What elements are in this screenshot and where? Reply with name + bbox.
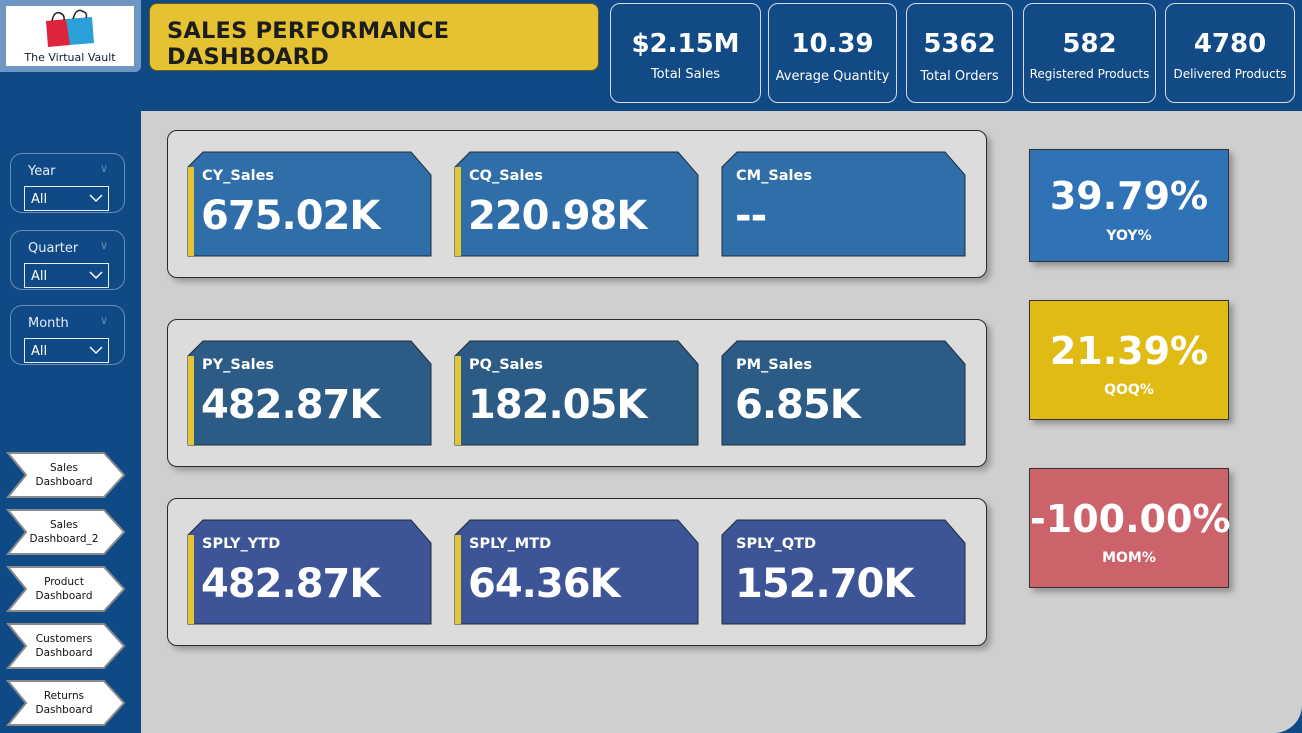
card-label: PM_Sales [736,357,812,373]
card-label: SPLY_YTD [202,536,281,552]
chevron-down-icon[interactable]: ∨ [100,314,108,327]
kpi-value: 10.39 [791,29,874,59]
card-value: 152.70K [735,561,914,607]
pq-sales-card: PQ_Sales 182.05K [454,340,699,446]
card-value: 182.05K [468,382,647,428]
card-label: CY_Sales [202,168,275,184]
kpi-value: 4780 [1193,29,1267,59]
dropdown-value: All [31,344,48,359]
slicer-title: Year [28,164,56,179]
slicer-title: Month [28,316,69,331]
nav-sales-dashboard-button[interactable]: Sales Dashboard [6,451,126,499]
nav-label-line1: Customers [35,633,93,645]
card-value: 482.87K [201,561,380,607]
nav-sales-dashboard-2-button[interactable]: Sales Dashboard_2 [6,508,126,556]
nav-customers-dashboard-button[interactable]: Customers Dashboard [6,622,126,670]
nav-returns-dashboard-button[interactable]: Returns Dashboard [6,679,126,727]
chevron-down-icon [89,271,103,280]
mom-value: -100.00% [1030,497,1231,541]
nav-label: Sales Dashboard_2 [14,518,114,546]
nav-label-line2: Dashboard [35,647,93,659]
nav-label-line2: Dashboard_2 [29,533,99,545]
sply-mtd-card: SPLY_MTD 64.36K [454,519,699,625]
qoq-value: 21.39% [1049,329,1209,373]
qoq-label: QOQ% [1104,382,1154,398]
kpi-total-sales: $2.15M Total Sales [610,3,761,103]
card-label: PQ_Sales [469,357,543,373]
cm-sales-card: CM_Sales -- [721,151,966,257]
title-banner: SALES PERFORMANCE DASHBOARD [149,3,599,71]
nav-label-line2: Dashboard [35,590,93,602]
year-slicer: Year ∨ All [10,153,125,213]
card-value: 6.85K [735,382,861,428]
py-sales-card: PY_Sales 482.87K [187,340,432,446]
yoy-label: YOY% [1106,228,1152,244]
kpi-registered-products: 582 Registered Products [1023,3,1156,103]
kpi-label: Total Orders [920,69,999,84]
nav-label: Product Dashboard [14,575,114,603]
card-value: 675.02K [201,193,380,239]
kpi-label: Delivered Products [1173,67,1287,81]
kpi-label: Registered Products [1029,67,1150,81]
card-label: CQ_Sales [469,168,543,184]
nav-label-line1: Sales [50,462,78,474]
kpi-value: 582 [1062,29,1117,59]
logo: The Virtual Vault [0,0,141,72]
kpi-total-orders: 5362 Total Orders [906,3,1013,103]
page-title: SALES PERFORMANCE DASHBOARD [167,18,450,70]
nav-label-line2: Dashboard [35,704,93,716]
chevron-down-icon[interactable]: ∨ [100,162,108,175]
kpi-delivered-products: 4780 Delivered Products [1165,3,1295,103]
logo-inner: The Virtual Vault [6,6,134,66]
mom-label: MOM% [1102,550,1156,566]
sply-ytd-card: SPLY_YTD 482.87K [187,519,432,625]
nav-label-line1: Sales [50,519,78,531]
card-label: PY_Sales [202,357,275,373]
card-value: 482.87K [201,382,380,428]
nav-label: Sales Dashboard [14,461,114,489]
chevron-down-icon [89,346,103,355]
kpi-label: Average Quantity [775,69,890,84]
card-label: SPLY_MTD [469,536,552,552]
chevron-down-icon[interactable]: ∨ [100,239,108,252]
quarter-dropdown[interactable]: All [24,263,109,288]
shopping-bags-icon [46,9,94,47]
slicer-title: Quarter [28,241,79,256]
chevron-down-icon [89,194,103,203]
month-dropdown[interactable]: All [24,338,109,363]
yoy-value: 39.79% [1049,174,1209,218]
brand-name: The Virtual Vault [24,51,116,64]
nav-label-line1: Product [44,576,84,588]
card-value: -- [735,193,767,239]
mom-card: -100.00% MOM% [1029,468,1231,588]
quarter-slicer: Quarter ∨ All [10,230,125,290]
cy-sales-card: CY_Sales 675.02K [187,151,432,257]
nav-label: Customers Dashboard [14,632,114,660]
kpi-label: Total Sales [650,67,721,82]
sply-qtd-card: SPLY_QTD 152.70K [721,519,966,625]
year-dropdown[interactable]: All [24,186,109,211]
nav-label-line1: Returns [43,690,85,702]
dropdown-value: All [31,192,48,207]
nav-label: Returns Dashboard [14,689,114,717]
card-label: CM_Sales [736,168,812,184]
dropdown-value: All [31,269,48,284]
yoy-card: 39.79% YOY% [1029,149,1229,262]
kpi-value: 5362 [923,29,996,59]
nav-label-line2: Dashboard [35,476,93,488]
pm-sales-card: PM_Sales 6.85K [721,340,966,446]
card-label: SPLY_QTD [736,536,817,552]
card-value: 220.98K [468,193,647,239]
card-value: 64.36K [468,561,621,607]
month-slicer: Month ∨ All [10,305,125,365]
nav-product-dashboard-button[interactable]: Product Dashboard [6,565,126,613]
cq-sales-card: CQ_Sales 220.98K [454,151,699,257]
kpi-value: $2.15M [631,29,740,59]
qoq-card: 21.39% QOQ% [1029,300,1229,420]
kpi-average-quantity: 10.39 Average Quantity [768,3,897,103]
